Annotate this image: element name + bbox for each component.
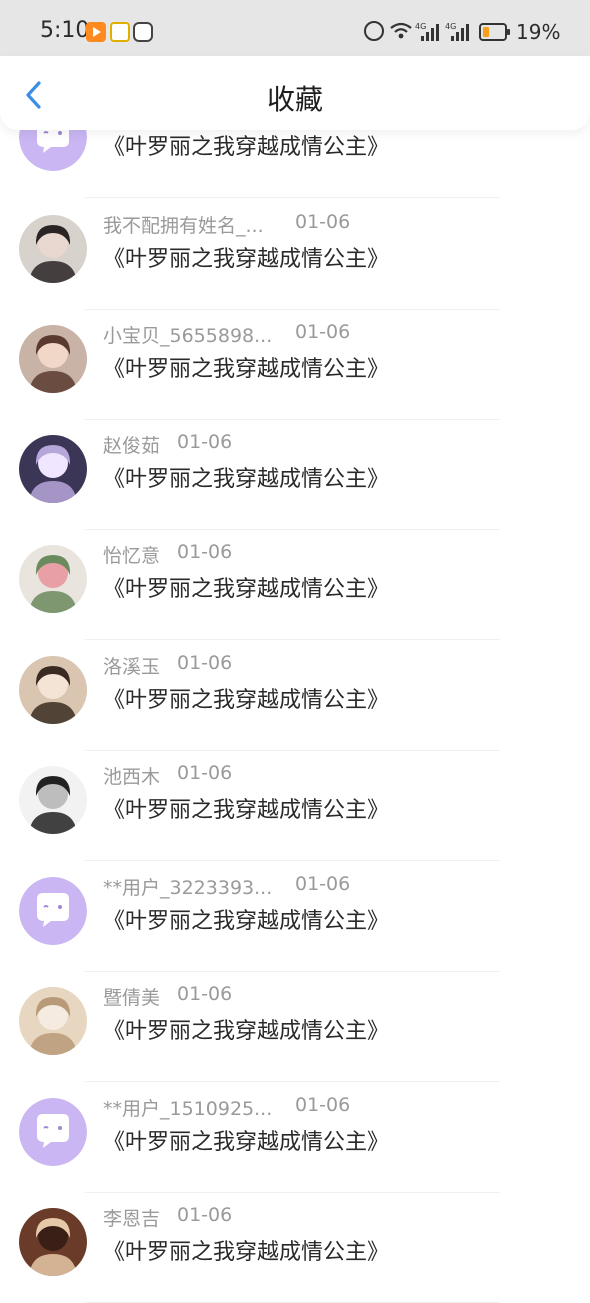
chat-bubble-icon <box>19 1098 87 1166</box>
profile-photo <box>19 545 87 613</box>
item-date: 01-06 <box>177 983 233 1005</box>
profile-photo <box>19 656 87 724</box>
user-name: **用户_3223393... <box>103 877 273 899</box>
item-date: 01-06 <box>177 762 233 784</box>
item-meta: 李恩吉 01-06 <box>103 1204 232 1230</box>
profile-photo <box>19 1208 87 1276</box>
item-meta: **用户_3223393... 01-06 <box>103 873 350 899</box>
wifi-icon <box>390 22 412 39</box>
avatar[interactable] <box>19 545 87 613</box>
chat-bubble-icon <box>19 877 87 945</box>
page-title: 收藏 <box>266 83 323 116</box>
user-name: 怡忆意 <box>103 545 161 567</box>
divider <box>85 860 500 861</box>
list-item[interactable]: **用户_3223393... 01-06 《叶罗丽之我穿越成情公主》 <box>0 862 590 972</box>
list-item[interactable]: 小宝贝_5655898... 01-06 《叶罗丽之我穿越成情公主》 <box>0 310 590 420</box>
item-date: 01-06 <box>295 873 351 895</box>
alarm-icon <box>364 21 384 41</box>
item-title[interactable]: 《叶罗丽之我穿越成情公主》 <box>103 571 389 603</box>
divider <box>85 1081 500 1082</box>
user-name: 暨倩美 <box>103 987 161 1009</box>
item-title[interactable]: 《叶罗丽之我穿越成情公主》 <box>103 682 389 714</box>
item-meta: 暨倩美 01-06 <box>103 983 232 1009</box>
cellular-signal-2-icon: 4G <box>445 22 469 41</box>
item-date: 01-06 <box>177 652 233 674</box>
profile-photo <box>19 215 87 283</box>
profile-photo <box>19 435 87 503</box>
cellular-signal-1-icon: 4G <box>415 22 439 41</box>
user-name: **用户_1510925... <box>103 1098 273 1120</box>
user-name: 李恩吉 <box>103 1208 161 1230</box>
item-meta: 赵俊茹 01-06 <box>103 431 232 457</box>
item-title[interactable]: 《叶罗丽之我穿越成情公主》 <box>103 129 389 161</box>
video-app-icon <box>86 22 106 42</box>
status-time: 5:10 <box>40 18 90 43</box>
item-title[interactable]: 《叶罗丽之我穿越成情公主》 <box>103 903 389 935</box>
lightbulb-app-icon <box>110 22 130 42</box>
list-item[interactable]: 暨倩美 01-06 《叶罗丽之我穿越成情公主》 <box>0 972 590 1082</box>
item-title[interactable]: 《叶罗丽之我穿越成情公主》 <box>103 351 389 383</box>
item-date: 01-06 <box>295 211 351 233</box>
avatar[interactable] <box>19 325 87 393</box>
item-meta: 洛溪玉 01-06 <box>103 652 232 678</box>
item-date: 01-06 <box>177 541 233 563</box>
profile-photo <box>19 325 87 393</box>
network-2-label: 4G <box>445 22 456 31</box>
battery-percentage: 19% <box>516 20 561 44</box>
item-title[interactable]: 《叶罗丽之我穿越成情公主》 <box>103 1234 389 1266</box>
item-title[interactable]: 《叶罗丽之我穿越成情公主》 <box>103 1013 389 1045</box>
item-date: 01-06 <box>295 321 351 343</box>
battery-icon <box>479 23 510 41</box>
list-item[interactable]: 李恩吉 01-06 《叶罗丽之我穿越成情公主》 <box>0 1193 590 1303</box>
list-item[interactable]: **用户_1510925... 01-06 《叶罗丽之我穿越成情公主》 <box>0 1083 590 1193</box>
list-item[interactable]: 洛溪玉 01-06 《叶罗丽之我穿越成情公主》 <box>0 641 590 751</box>
avatar[interactable] <box>19 435 87 503</box>
hand-app-icon <box>133 22 153 42</box>
item-title[interactable]: 《叶罗丽之我穿越成情公主》 <box>103 241 389 273</box>
user-name: 我不配拥有姓名_... <box>103 215 264 237</box>
user-name: 池西木 <box>103 766 161 788</box>
item-meta: 怡忆意 01-06 <box>103 541 232 567</box>
item-meta: 池西木 01-06 <box>103 762 232 788</box>
status-bar: 5:10 4G 4G 19% <box>0 0 590 64</box>
list-item[interactable]: 池西木 01-06 《叶罗丽之我穿越成情公主》 <box>0 751 590 861</box>
profile-photo <box>19 987 87 1055</box>
divider <box>85 639 500 640</box>
network-1-label: 4G <box>415 22 426 31</box>
item-date: 01-06 <box>177 1204 233 1226</box>
item-date: 01-06 <box>177 431 233 453</box>
item-title[interactable]: 《叶罗丽之我穿越成情公主》 <box>103 792 389 824</box>
user-name: 洛溪玉 <box>103 656 161 678</box>
item-meta: 小宝贝_5655898... 01-06 <box>103 321 350 347</box>
list-item[interactable]: 我不配拥有姓名_... 01-06 《叶罗丽之我穿越成情公主》 <box>0 200 590 310</box>
profile-photo <box>19 766 87 834</box>
user-name: 赵俊茹 <box>103 435 161 457</box>
avatar[interactable] <box>19 766 87 834</box>
list-item[interactable]: 赵俊茹 01-06 《叶罗丽之我穿越成情公主》 <box>0 420 590 530</box>
avatar[interactable] <box>19 656 87 724</box>
header: 收藏 <box>0 56 590 130</box>
item-title[interactable]: 《叶罗丽之我穿越成情公主》 <box>103 461 389 493</box>
avatar[interactable] <box>19 1098 87 1166</box>
avatar[interactable] <box>19 987 87 1055</box>
item-meta: 我不配拥有姓名_... 01-06 <box>103 211 350 237</box>
item-title[interactable]: 《叶罗丽之我穿越成情公主》 <box>103 1124 389 1156</box>
user-name: 小宝贝_5655898... <box>103 325 273 347</box>
divider <box>85 197 500 198</box>
avatar[interactable] <box>19 215 87 283</box>
avatar[interactable] <box>19 1208 87 1276</box>
list-item[interactable]: 怡忆意 01-06 《叶罗丽之我穿越成情公主》 <box>0 530 590 640</box>
avatar[interactable] <box>19 877 87 945</box>
item-date: 01-06 <box>295 1094 351 1116</box>
item-meta: **用户_1510925... 01-06 <box>103 1094 350 1120</box>
